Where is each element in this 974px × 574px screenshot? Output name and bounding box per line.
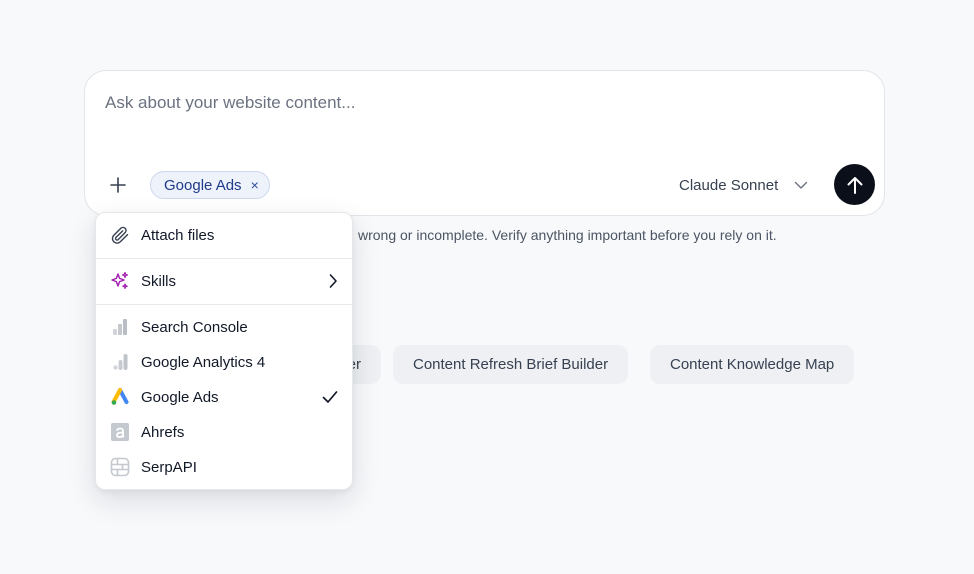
send-button[interactable] bbox=[834, 164, 875, 205]
menu-item-label: Google Ads bbox=[141, 388, 219, 406]
menu-item-label: Attach files bbox=[141, 226, 215, 244]
suggestion-label: Content Refresh Brief Builder bbox=[413, 356, 609, 373]
chevron-down-icon bbox=[795, 181, 808, 189]
menu-item-label: SerpAPI bbox=[141, 458, 197, 476]
search-console-icon bbox=[110, 317, 130, 337]
menu-divider bbox=[96, 304, 352, 305]
chat-composer: Google Ads × Claude Sonnet bbox=[84, 70, 885, 216]
model-selector[interactable]: Claude Sonnet bbox=[679, 174, 808, 196]
menu-item-google-ads[interactable]: Google Ads bbox=[96, 380, 352, 414]
menu-item-label: Ahrefs bbox=[141, 423, 185, 441]
menu-item-search-console[interactable]: Search Console bbox=[96, 310, 352, 344]
menu-item-google-analytics[interactable]: Google Analytics 4 bbox=[96, 345, 352, 379]
suggestion-label: Content Knowledge Map bbox=[670, 356, 835, 373]
checkmark-icon bbox=[322, 390, 338, 408]
chip-label: Google Ads bbox=[164, 176, 242, 194]
google-analytics-icon bbox=[110, 352, 130, 372]
menu-item-label: Skills bbox=[141, 272, 177, 290]
model-label: Claude Sonnet bbox=[679, 176, 779, 194]
page: Google Ads × Claude Sonnet wrong or inco… bbox=[0, 0, 974, 574]
attached-source-chip: Google Ads × bbox=[150, 171, 270, 199]
menu-divider bbox=[96, 258, 352, 259]
suggestion-pill[interactable]: Content Refresh Brief Builder bbox=[393, 345, 629, 384]
suggestion-pill[interactable]: Content Knowledge Map bbox=[650, 345, 855, 384]
menu-item-label: Google Analytics 4 bbox=[141, 353, 266, 371]
serpapi-icon bbox=[110, 457, 130, 477]
arrow-up-icon bbox=[847, 176, 862, 194]
sparkles-icon bbox=[110, 271, 130, 291]
chevron-right-icon bbox=[328, 273, 338, 293]
menu-item-label: Search Console bbox=[141, 318, 248, 336]
attach-menu: Attach files Skills Search Console Googl… bbox=[95, 212, 353, 490]
message-input[interactable] bbox=[105, 93, 845, 113]
ahrefs-icon bbox=[110, 422, 130, 442]
menu-item-ahrefs[interactable]: Ahrefs bbox=[96, 415, 352, 449]
ai-disclaimer: wrong or incomplete. Verify anything imp… bbox=[358, 227, 777, 243]
menu-item-attach-files[interactable]: Attach files bbox=[96, 218, 352, 252]
add-attachment-button[interactable] bbox=[105, 172, 131, 198]
menu-item-skills[interactable]: Skills bbox=[96, 264, 352, 298]
google-ads-icon bbox=[110, 387, 130, 407]
plus-icon bbox=[110, 177, 126, 193]
menu-item-serpapi[interactable]: SerpAPI bbox=[96, 450, 352, 484]
close-icon[interactable]: × bbox=[251, 178, 259, 192]
paperclip-icon bbox=[110, 225, 130, 245]
